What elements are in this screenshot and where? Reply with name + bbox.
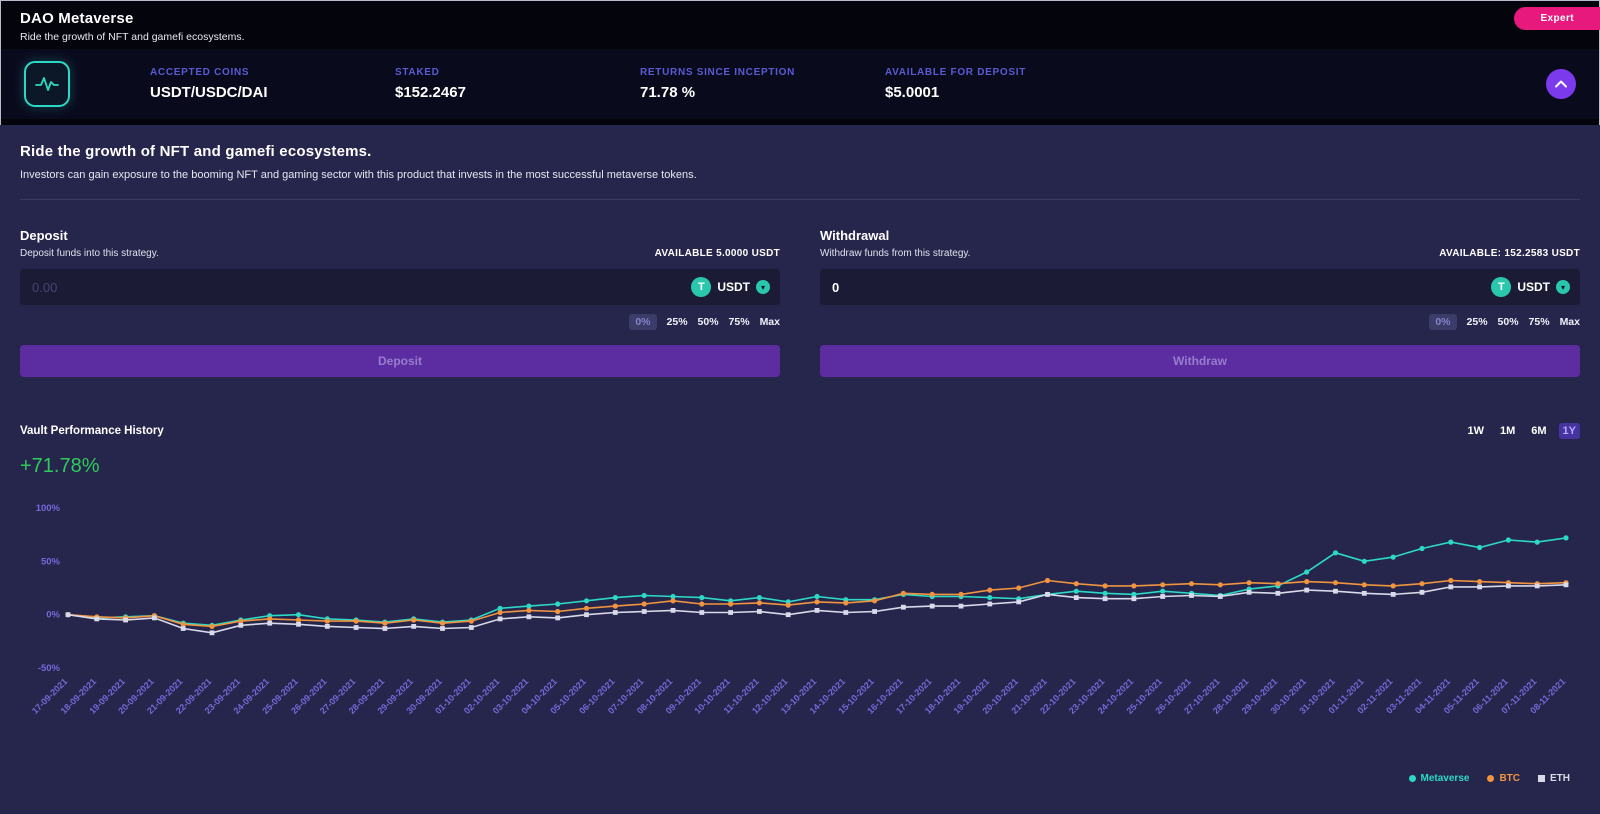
performance-return: +71.78% — [20, 455, 1580, 478]
percent-chip-50[interactable]: 50% — [698, 316, 719, 328]
usdt-icon: T — [691, 277, 711, 297]
token-label: USDT — [717, 280, 750, 294]
range-6m[interactable]: 6M — [1527, 423, 1550, 439]
legend-label: Metaverse — [1421, 773, 1470, 784]
page-subtitle: Ride the growth of NFT and gamefi ecosys… — [20, 31, 1580, 43]
stat-value: USDT/USDC/DAI — [150, 84, 395, 101]
withdrawal-available: AVAILABLE: 152.2583 USDT — [1439, 248, 1580, 259]
stat-label: AVAILABLE FOR DEPOSIT — [885, 67, 1130, 78]
withdrawal-head: Withdrawal Withdraw funds from this stra… — [820, 228, 1580, 259]
expert-badge: Expert — [1514, 7, 1600, 30]
legend-eth[interactable]: ETH — [1538, 773, 1570, 784]
withdrawal-subtitle: Withdraw funds from this strategy. — [820, 248, 970, 259]
chevron-down-icon: ▾ — [1556, 280, 1570, 294]
range-selector: 1W 1M 6M 1Y — [1463, 423, 1580, 439]
legend-metaverse[interactable]: Metaverse — [1409, 773, 1470, 784]
collapse-button[interactable] — [1546, 69, 1576, 99]
withdrawal-amount-input[interactable] — [820, 269, 1580, 305]
percent-chip-25[interactable]: 25% — [1467, 316, 1488, 328]
deposit-title: Deposit — [20, 228, 159, 243]
percent-chip-50[interactable]: 50% — [1498, 316, 1519, 328]
performance-section: Vault Performance History 1W 1M 6M 1Y +7… — [20, 423, 1580, 784]
stat-label: ACCEPTED COINS — [150, 67, 395, 78]
deposit-panel: Deposit Deposit funds into this strategy… — [20, 228, 780, 377]
percent-chip-75[interactable]: 75% — [729, 316, 750, 328]
stat-value: $5.0001 — [885, 84, 1130, 101]
range-1w[interactable]: 1W — [1463, 423, 1488, 439]
token-label: USDT — [1517, 280, 1550, 294]
percent-chip-0[interactable]: 0% — [1429, 314, 1456, 330]
strategy-heading: Ride the growth of NFT and gamefi ecosys… — [20, 143, 1580, 160]
range-1m[interactable]: 1M — [1496, 423, 1519, 439]
svg-text:50%: 50% — [41, 556, 61, 567]
usdt-icon: T — [1491, 277, 1511, 297]
chart-wrap: 100%50%0%-50%17-09-202118-09-202119-09-2… — [20, 500, 1580, 773]
stat-label: STAKED — [395, 67, 640, 78]
range-1y[interactable]: 1Y — [1559, 423, 1580, 439]
stat-label: RETURNS SINCE INCEPTION — [640, 67, 885, 78]
page: DAO Metaverse Ride the growth of NFT and… — [0, 0, 1600, 814]
deposit-button[interactable]: Deposit — [20, 345, 780, 377]
pulse-icon — [34, 71, 60, 97]
legend-label: BTC — [1499, 773, 1520, 784]
deposit-subtitle: Deposit funds into this strategy. — [20, 248, 159, 259]
metaverse-marker-icon — [1409, 775, 1416, 782]
chart-legend: Metaverse BTC ETH — [20, 773, 1580, 784]
eth-marker-icon — [1538, 775, 1545, 782]
deposit-percent-row: 0% 25% 50% 75% Max — [20, 314, 780, 330]
performance-title: Vault Performance History — [20, 425, 164, 437]
deposit-head-left: Deposit Deposit funds into this strategy… — [20, 228, 159, 259]
withdrawal-head-left: Withdrawal Withdraw funds from this stra… — [820, 228, 970, 259]
withdrawal-title: Withdrawal — [820, 228, 970, 243]
percent-chip-0[interactable]: 0% — [629, 314, 656, 330]
stat-returns: RETURNS SINCE INCEPTION 71.78 % — [640, 67, 885, 101]
page-title: DAO Metaverse — [20, 10, 1580, 27]
stat-available-deposit: AVAILABLE FOR DEPOSIT $5.0001 — [885, 67, 1130, 101]
withdrawal-amount-wrap: T USDT ▾ — [820, 269, 1580, 305]
deposit-amount-wrap: T USDT ▾ — [20, 269, 780, 305]
chevron-down-icon: ▾ — [756, 280, 770, 294]
deposit-amount-input[interactable] — [20, 269, 780, 305]
legend-btc[interactable]: BTC — [1487, 773, 1520, 784]
deposit-withdrawal-row: Deposit Deposit funds into this strategy… — [20, 228, 1580, 377]
btc-marker-icon — [1487, 775, 1494, 782]
deposit-head: Deposit Deposit funds into this strategy… — [20, 228, 780, 259]
stats-bar: ACCEPTED COINS USDT/USDC/DAI STAKED $152… — [0, 49, 1600, 119]
percent-chip-max[interactable]: Max — [1560, 316, 1580, 328]
strategy-icon — [24, 61, 70, 107]
percent-chip-max[interactable]: Max — [760, 316, 780, 328]
performance-chart: 100%50%0%-50%17-09-202118-09-202119-09-2… — [20, 500, 1580, 768]
svg-text:0%: 0% — [46, 610, 60, 621]
chevron-up-icon — [1555, 80, 1567, 88]
withdraw-button[interactable]: Withdraw — [820, 345, 1580, 377]
stat-value: $152.2467 — [395, 84, 640, 101]
performance-head: Vault Performance History 1W 1M 6M 1Y — [20, 423, 1580, 439]
stat-value: 71.78 % — [640, 84, 885, 101]
strategy-description: Investors can gain exposure to the boomi… — [20, 169, 1580, 181]
deposit-token-selector[interactable]: T USDT ▾ — [691, 277, 770, 297]
percent-chip-75[interactable]: 75% — [1529, 316, 1550, 328]
withdrawal-token-selector[interactable]: T USDT ▾ — [1491, 277, 1570, 297]
top-header: DAO Metaverse Ride the growth of NFT and… — [0, 0, 1600, 49]
stat-staked: STAKED $152.2467 — [395, 67, 640, 101]
withdrawal-percent-row: 0% 25% 50% 75% Max — [820, 314, 1580, 330]
withdrawal-panel: Withdrawal Withdraw funds from this stra… — [820, 228, 1580, 377]
percent-chip-25[interactable]: 25% — [667, 316, 688, 328]
stat-accepted-coins: ACCEPTED COINS USDT/USDC/DAI — [150, 67, 395, 101]
svg-text:100%: 100% — [36, 503, 61, 514]
divider — [20, 199, 1580, 200]
main-panel: Ride the growth of NFT and gamefi ecosys… — [0, 125, 1600, 814]
deposit-available: AVAILABLE 5.0000 USDT — [655, 248, 780, 259]
svg-text:-50%: -50% — [38, 663, 61, 674]
legend-label: ETH — [1550, 773, 1570, 784]
